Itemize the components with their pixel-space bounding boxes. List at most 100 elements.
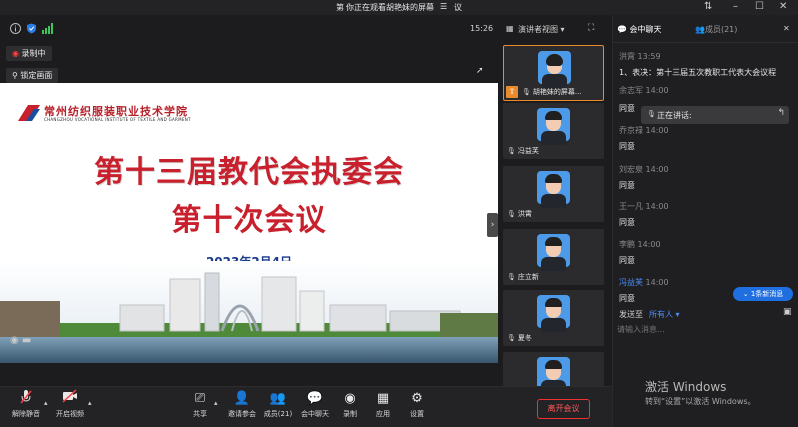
participant-name: 冯益芙 (517, 147, 539, 155)
new-messages-button[interactable]: ⌄ 1条新消息 (733, 287, 793, 301)
campus-photo (0, 261, 498, 363)
school-logo-icon (18, 105, 40, 121)
mic-muted-icon: 🎙 (507, 273, 516, 281)
message-sender: 洪霄 13:59 (619, 52, 661, 61)
tab-chat[interactable]: 💬 会中聊天 (617, 24, 662, 35)
speaker-view-dropdown[interactable]: 演讲者视图 ▾ (518, 24, 565, 35)
chat-bubble-icon: 💬 (306, 391, 324, 406)
message-text: 同意 (619, 181, 635, 190)
video-options-icon[interactable]: ▴ (88, 399, 92, 407)
meeting-time: 15:26 (470, 24, 494, 33)
message-text: 1、表决：第十三届五次教职工代表大会议程 (619, 68, 777, 77)
record-dot-icon: ◉ (12, 49, 19, 58)
maximize-icon[interactable]: ☐ (755, 1, 764, 12)
image-icon[interactable]: ▣ (783, 307, 792, 317)
mute-options-icon[interactable]: ▴ (44, 399, 48, 407)
avatar (537, 357, 570, 386)
message-text: 同意 (619, 294, 635, 303)
share-options-icon[interactable]: ▴ (214, 399, 218, 407)
fullscreen-icon[interactable]: ⛶ (588, 23, 594, 33)
message-text: 同意 (619, 256, 635, 265)
chevron-down-icon: ⌄ (742, 290, 749, 298)
school-name-en: CHANGZHOU VOCATIONAL INSTITUTE OF TEXTIL… (44, 117, 191, 122)
title-bar: 第 你正在观看胡艳妹的屏幕 ☰ 议 ⇅ – ☐ ✕ (0, 0, 798, 15)
members-icon: 👥 (695, 25, 705, 34)
tab-members[interactable]: 👥成员(21) (695, 24, 737, 35)
window-title: 你正在观看胡艳妹的屏幕 (346, 3, 434, 12)
mic-muted-icon: 🎙 (507, 334, 516, 342)
title-prefix: 第 (336, 3, 344, 12)
avatar (537, 295, 570, 332)
speaking-indicator: 🎙 正在讲话: ↰ (641, 106, 789, 124)
reply-icon[interactable]: ↰ (777, 108, 785, 118)
message-sender: 乔京禄 14:00 (619, 126, 669, 135)
gear-icon: ⚙ (411, 391, 423, 406)
settings-button[interactable]: ⚙ 设置 (397, 389, 437, 419)
message-sender: 余志军 14:00 (619, 86, 669, 95)
mic-icon: 🎙 (522, 88, 531, 96)
shared-screen: 常州纺织服装职业技术学院 CHANGZHOU VOCATIONAL INSTIT… (0, 83, 498, 363)
send-to-label: 发送至 (619, 310, 643, 319)
participant-name: 胡艳妹的屏幕... (532, 88, 582, 96)
chat-input[interactable] (617, 321, 793, 337)
view-controls: ▦ 演讲者视图 ▾ ⛶ (500, 15, 610, 43)
add-user-icon: 👤 (233, 391, 251, 406)
mic-muted-icon: 🎙 (507, 147, 516, 155)
close-icon[interactable]: ✕ (779, 1, 787, 12)
chat-bubble-icon: 💬 (617, 25, 627, 34)
participant-tile[interactable]: 🎙 洪霄 (503, 166, 604, 222)
message-sender: 王一凡 14:00 (619, 202, 669, 211)
message-sender: 李鹏 14:00 (619, 240, 661, 249)
mic-muted-icon (6, 389, 46, 409)
minimize-icon[interactable]: – (733, 1, 738, 12)
pin-icon[interactable]: ⇅ (704, 1, 712, 12)
activation-watermark-sub: 转到“设置”以激活 Windows。 (645, 397, 756, 406)
collapse-panel-button[interactable]: › (487, 213, 498, 237)
chat-panel: 💬 会中聊天 👥成员(21) ✕ 洪霄 13:59 1、表决：第十三届五次教职工… (612, 15, 798, 427)
activation-watermark: 激活 Windows (645, 380, 727, 394)
recording-badge[interactable]: ◉ 录制中 (6, 46, 52, 61)
avatar (537, 171, 570, 208)
lock-view-badge[interactable]: ⚲ 锁定画面 (6, 68, 59, 83)
camera-off-icon (50, 389, 90, 409)
chat-button[interactable]: 💬 会中聊天 (295, 389, 335, 419)
message-sender: 冯益芙 14:00 (619, 278, 669, 287)
participant-tile[interactable]: 🎙 夏冬 (503, 290, 604, 346)
title-suffix: 议 (454, 3, 462, 12)
meeting-toolbar: 解除静音 ▴ 开启视频 ▴ ⎚ 共享 ▴ 👤 邀请参会 👥 成员(21) 💬 会… (0, 386, 612, 427)
message-text: 同意 (619, 104, 635, 113)
mic-icon: 🎙 (647, 110, 656, 118)
status-row: 15:26 (0, 15, 500, 43)
info-icon[interactable] (10, 23, 21, 34)
participant-tile[interactable]: 🎙 庄立新 (503, 229, 604, 285)
avatar (537, 234, 570, 271)
leave-meeting-button[interactable]: 离开会议 (537, 399, 590, 419)
unmute-button[interactable]: 解除静音 (6, 389, 46, 419)
invite-button[interactable]: 👤 邀请参会 (222, 389, 262, 419)
message-text: 同意 (619, 142, 635, 151)
members-button[interactable]: 👥 成员(21) (258, 389, 298, 419)
participant-name: 庄立新 (517, 273, 539, 281)
cursor-icon: ➚ (476, 66, 484, 76)
shield-icon[interactable] (26, 23, 37, 34)
message-sender: 刘宏泉 14:00 (619, 165, 669, 174)
avatar (537, 108, 570, 145)
participant-name: 夏冬 (517, 334, 532, 342)
send-to-dropdown[interactable]: 所有人 ▾ (649, 309, 680, 320)
participant-tile[interactable]: 🎙 冯益芙 (503, 103, 604, 159)
participant-name: 洪霄 (517, 210, 532, 218)
slide-control-icon[interactable]: ◉ ▬ (10, 335, 31, 346)
chat-tabs: 💬 会中聊天 👥成员(21) ✕ (613, 15, 798, 43)
menu-icon[interactable]: ☰ (440, 2, 447, 11)
slide-title-line1: 第十三届教代会执委会 (94, 155, 404, 190)
slide-title-line2: 第十次会议 (171, 203, 327, 238)
pin-icon: ⚲ (12, 71, 18, 80)
mic-icon: 🎙 (507, 210, 516, 218)
grid-icon: ▦ (506, 24, 514, 33)
signal-icon[interactable] (42, 23, 53, 34)
share-icon: ⇪ (506, 86, 518, 98)
participant-tile[interactable] (503, 352, 604, 386)
start-video-button[interactable]: 开启视频 (50, 389, 90, 419)
participant-tile[interactable]: ⇪ 🎙 胡艳妹的屏幕... (503, 45, 604, 101)
close-panel-icon[interactable]: ✕ (783, 24, 790, 33)
